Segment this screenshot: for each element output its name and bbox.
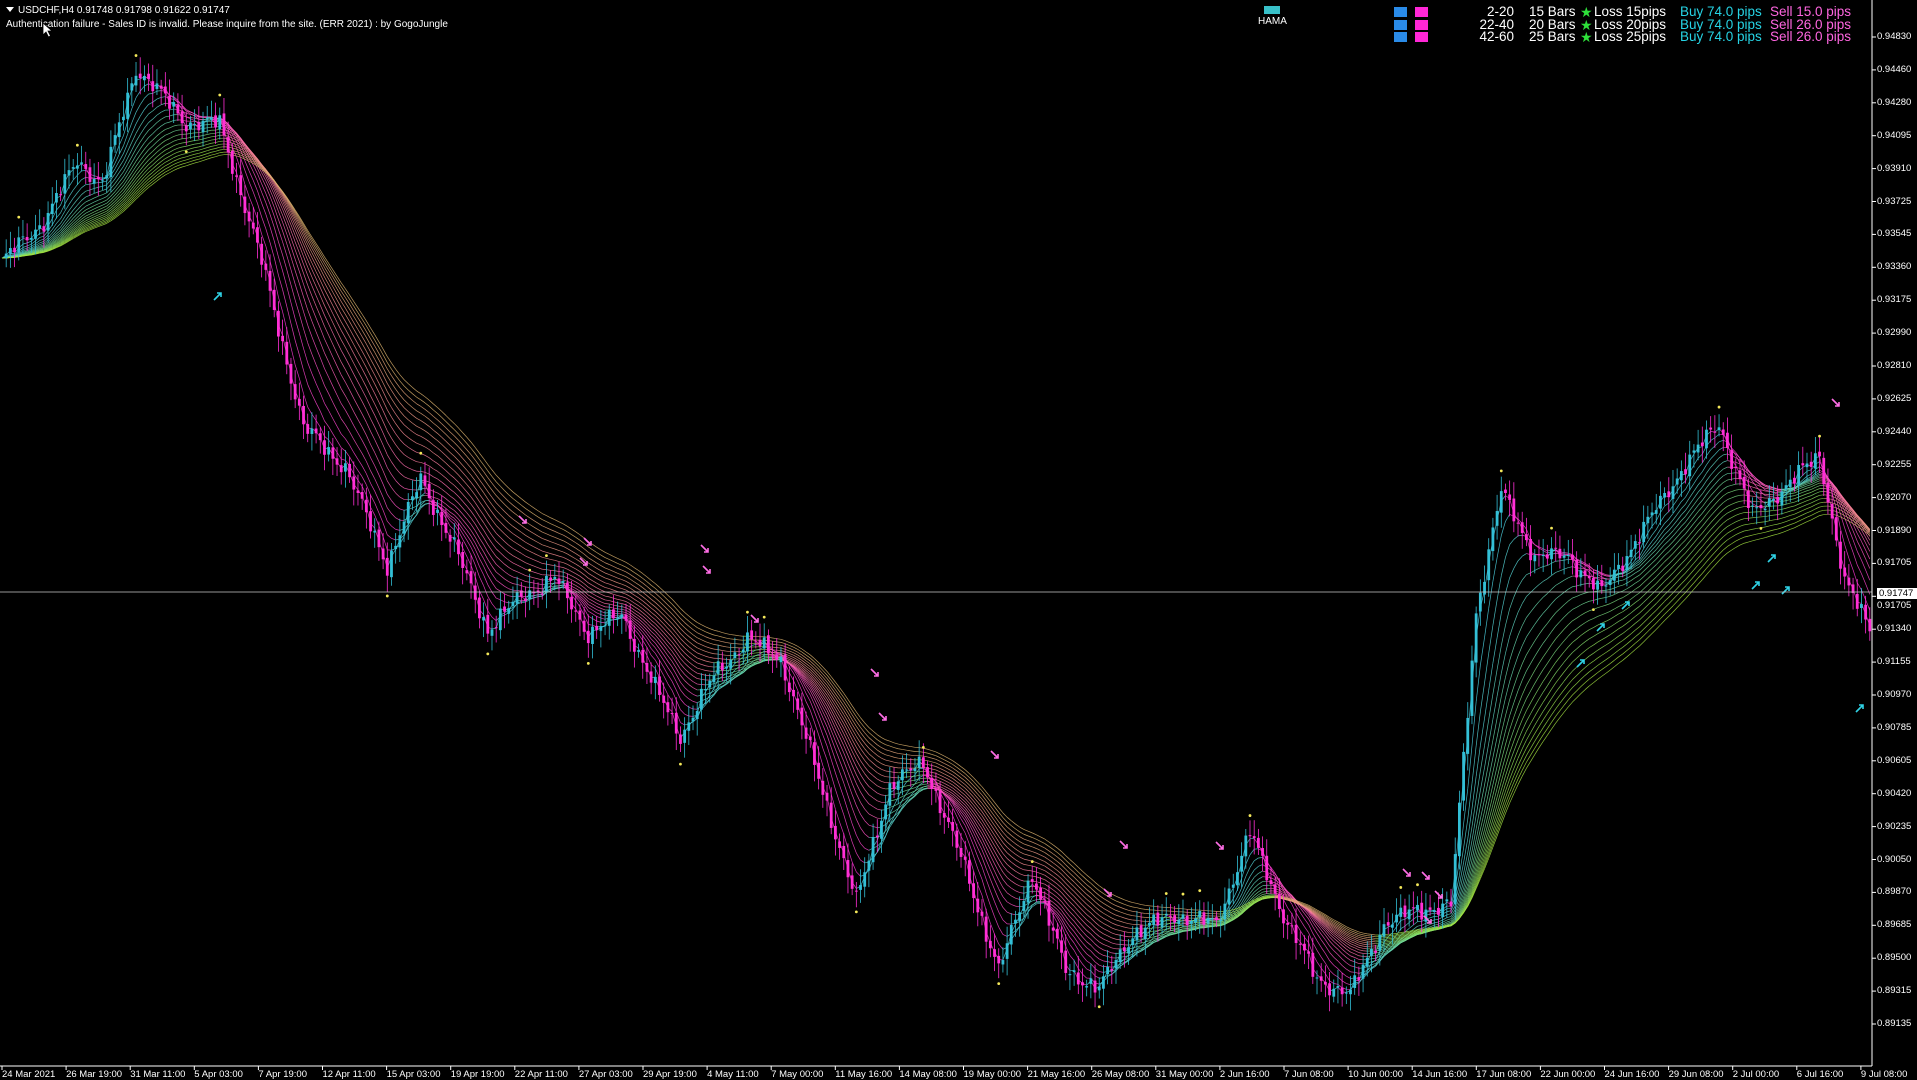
price-chart[interactable] bbox=[0, 0, 1917, 1080]
chart-window[interactable]: USDCHF,H4 0.91748 0.91798 0.91622 0.9174… bbox=[0, 0, 1917, 1080]
ma-line-segment bbox=[1769, 491, 1774, 493]
